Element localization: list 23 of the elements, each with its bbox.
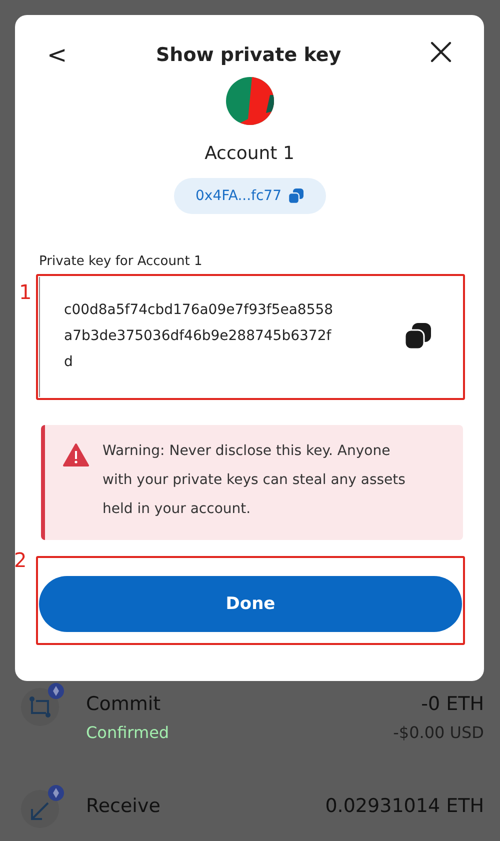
transaction-amount: -0 ETH [421,693,484,715]
account-name: Account 1 [204,143,294,164]
arrow-icon [20,785,64,829]
annotation-number: 2 [14,550,27,570]
copy-icon [288,188,304,204]
transaction-title: Commit [86,693,162,715]
dialog-title: Show private key [156,44,342,66]
fiat-amount: -$0.00 USD [393,723,484,742]
done-button[interactable]: Done [39,576,462,632]
back-button[interactable]: < [41,41,74,69]
account-avatar-icon [226,77,274,125]
close-icon [430,41,452,63]
transaction-status: Confirmed [86,723,170,742]
warning-text: Warning: Never disclose this key. Anyone with your private keys can steal any assets held in your account. [102,442,406,519]
address-button[interactable]: 0x4FA...fc77 [174,178,326,214]
transaction-amount: 0.02931014 ETH [325,795,484,817]
swap-arrows-icon [20,683,64,727]
transaction-title: Receive [86,795,162,817]
annotation-number: 1 [19,282,32,302]
warning-icon [62,443,88,467]
private-key-text: c00d8a5f74cbd176a09e7f93f5ea8558 a7b3de375036df46b9e288745b6372f d [64,301,334,372]
field-label: Private key for Account 1 [39,254,202,269]
copy-icon[interactable] [404,322,432,350]
